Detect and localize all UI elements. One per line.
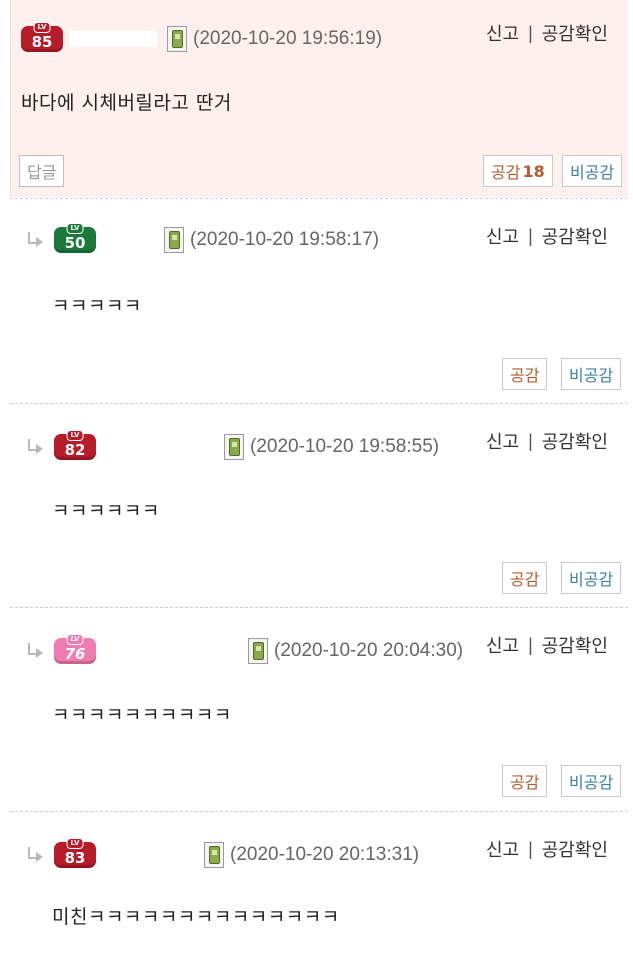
timestamp: (2020-10-20 20:13:31) [230, 844, 420, 865]
nickname[interactable] [69, 31, 157, 47]
comment-meta: LV 76 (2020-10-20 20:04:30) [22, 634, 464, 666]
like-count: 18 [522, 161, 545, 181]
timestamp: (2020-10-20 19:56:19) [193, 28, 383, 49]
comment-text: ㅋㅋㅋㅋㅋㅋ [52, 500, 160, 522]
reply-button[interactable]: 답글 [19, 155, 65, 187]
dislike-button[interactable]: 비공감 [561, 562, 622, 594]
timestamp: (2020-10-20 19:58:55) [250, 436, 440, 457]
comment-reply-item: LV 76 (2020-10-20 20:04:30) 신고 | 공감확인 ㅋㅋㅋ… [10, 608, 628, 810]
like-check-link[interactable]: 공감확인 [542, 20, 608, 46]
like-check-link[interactable]: 공감확인 [542, 632, 608, 658]
comment-text: ㅋㅋㅋㅋㅋ [52, 295, 142, 317]
action-separator: | [528, 22, 533, 43]
mobile-phone-icon [224, 434, 244, 460]
reply-arrow-icon [22, 230, 48, 250]
comment-text: ㅋㅋㅋㅋㅋㅋㅋㅋㅋㅋ [52, 704, 232, 726]
dislike-button[interactable]: 비공감 [561, 358, 622, 390]
reply-arrow-icon [22, 437, 48, 457]
nickname[interactable] [102, 439, 214, 455]
level-badge: LV 50 [54, 223, 96, 253]
mobile-phone-icon [164, 227, 184, 253]
comment-actions: 신고 | 공감확인 [486, 428, 608, 454]
mobile-phone-icon [167, 26, 187, 52]
comment-item: LV 85 (2020-10-20 19:56:19) 신고 | 공감확인 바다에… [10, 0, 628, 197]
action-separator: | [528, 430, 533, 451]
like-check-link[interactable]: 공감확인 [542, 428, 608, 454]
comment-text: 바다에 시체버릴라고 딴거 [21, 92, 232, 114]
report-link[interactable]: 신고 [486, 20, 519, 46]
like-check-link[interactable]: 공감확인 [542, 223, 608, 249]
level-badge: LV 82 [54, 430, 96, 460]
action-separator: | [528, 225, 533, 246]
like-button[interactable]: 공감 [502, 358, 548, 390]
comment-actions: 신고 | 공감확인 [486, 223, 608, 249]
dislike-button[interactable]: 비공감 [561, 765, 622, 797]
level-badge: LV 76 [54, 634, 96, 664]
reply-arrow-icon [22, 845, 48, 865]
comment-text: 미친ㅋㅋㅋㅋㅋㅋㅋㅋㅋㅋㅋㅋㅋㅋ [52, 906, 340, 928]
nickname[interactable] [102, 643, 238, 659]
level-badge: LV 85 [21, 22, 63, 52]
comment-meta: LV 85 (2020-10-20 19:56:19) [21, 22, 383, 54]
like-button[interactable]: 공감 [502, 765, 548, 797]
nickname[interactable] [102, 847, 194, 863]
like-button[interactable]: 공감 18 [483, 155, 553, 187]
like-label: 공감 [491, 163, 521, 182]
action-separator: | [528, 838, 533, 859]
comment-actions: 신고 | 공감확인 [486, 20, 608, 46]
comment-meta: LV 83 (2020-10-20 20:13:31) [22, 838, 420, 870]
mobile-phone-icon [248, 638, 268, 664]
like-check-link[interactable]: 공감확인 [542, 836, 608, 862]
timestamp: (2020-10-20 20:04:30) [274, 640, 464, 661]
timestamp: (2020-10-20 19:58:17) [190, 229, 380, 250]
comment-meta: LV 82 (2020-10-20 19:58:55) [22, 430, 440, 462]
comment-reply-item: LV 82 (2020-10-20 19:58:55) 신고 | 공감확인 ㅋㅋㅋ… [10, 404, 628, 606]
comment-meta: LV 50 (2020-10-20 19:58:17) [22, 223, 380, 255]
mobile-phone-icon [204, 842, 224, 868]
reply-arrow-icon [22, 641, 48, 661]
comment-reply-item: LV 50 (2020-10-20 19:58:17) 신고 | 공감확인 ㅋㅋㅋ… [10, 199, 628, 402]
comment-reply-item: LV 83 (2020-10-20 20:13:31) 신고 | 공감확인 미친ㅋ… [10, 812, 628, 960]
comment-actions: 신고 | 공감확인 [486, 632, 608, 658]
comment-actions: 신고 | 공감확인 [486, 836, 608, 862]
nickname[interactable] [102, 232, 154, 248]
report-link[interactable]: 신고 [486, 223, 519, 249]
like-button[interactable]: 공감 [502, 562, 548, 594]
report-link[interactable]: 신고 [486, 632, 519, 658]
dislike-button[interactable]: 비공감 [562, 155, 623, 187]
level-badge: LV 83 [54, 838, 96, 868]
action-separator: | [528, 634, 533, 655]
report-link[interactable]: 신고 [486, 428, 519, 454]
report-link[interactable]: 신고 [486, 836, 519, 862]
